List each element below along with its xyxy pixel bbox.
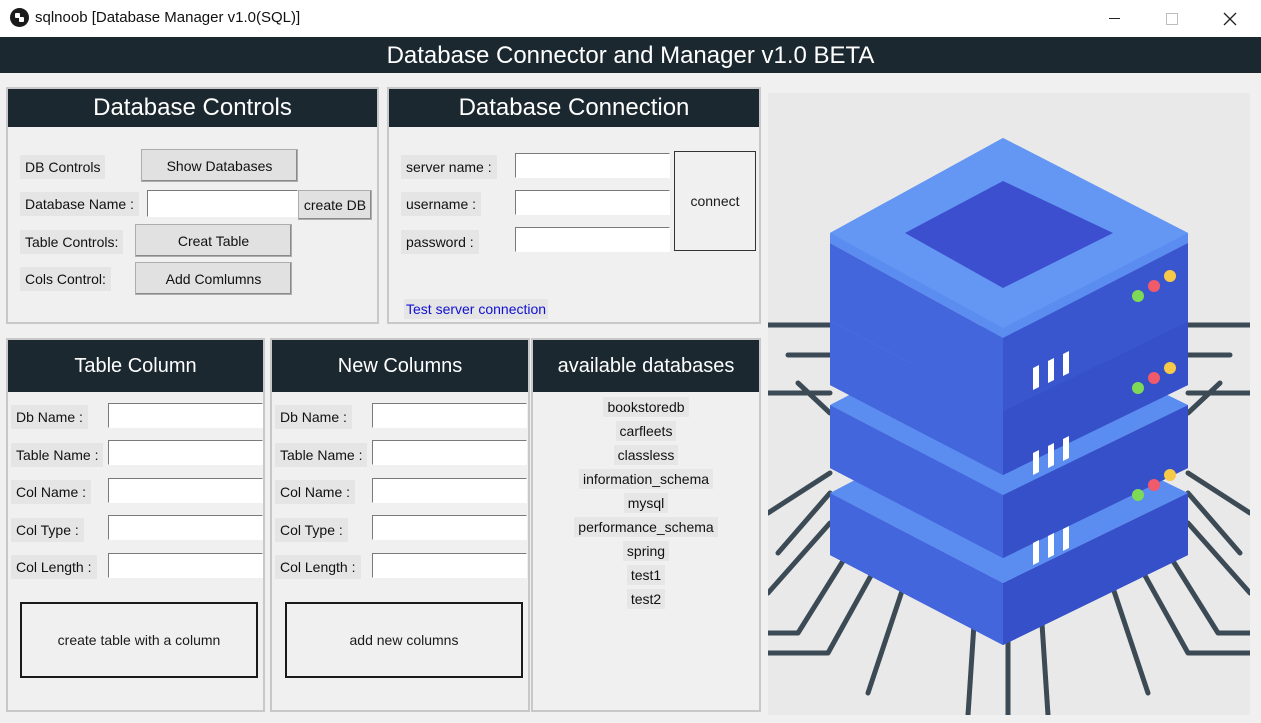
table-controls-label: Table Controls: [20, 230, 124, 254]
nc-col-length-label: Col Length : [275, 555, 361, 579]
server-name-label: server name : [401, 155, 497, 179]
nc-col-name-label: Col Name : [275, 480, 356, 504]
minimize-button[interactable] [1085, 0, 1143, 37]
nc-table-name-input[interactable] [372, 440, 527, 465]
connect-button[interactable]: connect [674, 151, 756, 251]
database-controls-heading: Database Controls [8, 89, 377, 127]
database-name-input[interactable] [147, 190, 298, 217]
nc-col-type-label: Col Type : [275, 518, 348, 542]
tc-table-name-label: Table Name : [11, 443, 104, 467]
maximize-button[interactable] [1143, 0, 1201, 37]
database-list-item[interactable]: test1 [626, 565, 666, 585]
database-server-icon [765, 138, 1253, 718]
window-titlebar: sqlnoob [Database Manager v1.0(SQL)] [0, 0, 1261, 37]
new-columns-heading: New Columns [272, 340, 528, 392]
nc-table-name-label: Table Name : [275, 443, 368, 467]
nc-col-type-input[interactable] [372, 515, 527, 540]
username-label: username : [401, 192, 482, 216]
add-new-columns-button[interactable]: add new columns [285, 602, 523, 678]
username-input[interactable] [515, 190, 670, 215]
tc-col-name-input[interactable] [108, 478, 263, 503]
create-db-button[interactable]: create DB [298, 190, 372, 220]
server-name-input[interactable] [515, 153, 670, 178]
tc-db-name-label: Db Name : [11, 405, 88, 429]
close-button[interactable] [1201, 0, 1259, 37]
database-list-item[interactable]: spring [622, 541, 670, 561]
database-list-item[interactable]: carfleets [615, 421, 677, 441]
table-column-panel: Table Column Db Name : Table Name : Col … [6, 338, 265, 712]
table-column-heading: Table Column [8, 340, 263, 392]
nc-col-name-input[interactable] [372, 478, 527, 503]
available-databases-heading: available databases [533, 340, 759, 392]
app-banner: Database Connector and Manager v1.0 BETA [0, 37, 1261, 73]
database-list-item[interactable]: mysql [623, 493, 669, 513]
database-connection-panel: Database Connection server name : userna… [387, 87, 761, 324]
nc-col-length-input[interactable] [372, 553, 527, 578]
minimize-icon [1108, 18, 1120, 19]
database-list-item[interactable]: information_schema [578, 469, 714, 489]
nc-db-name-input[interactable] [372, 403, 527, 428]
db-controls-label: DB Controls [20, 155, 106, 179]
new-columns-panel: New Columns Db Name : Table Name : Col N… [270, 338, 530, 712]
tc-col-length-label: Col Length : [11, 555, 97, 579]
password-label: password : [401, 230, 479, 254]
tc-table-name-input[interactable] [108, 440, 263, 465]
cols-control-label: Cols Control: [20, 267, 111, 291]
create-table-button[interactable]: Creat Table [135, 224, 292, 257]
add-columns-button[interactable]: Add Comlumns [135, 262, 292, 295]
close-icon [1223, 12, 1237, 25]
nc-db-name-label: Db Name : [275, 405, 352, 429]
test-server-connection-link[interactable]: Test server connection [404, 299, 549, 319]
app-logo-icon [10, 8, 29, 27]
tc-col-name-label: Col Name : [11, 480, 92, 504]
database-list: bookstoredb carfleets classless informat… [533, 395, 759, 611]
window-title: sqlnoob [Database Manager v1.0(SQL)] [35, 9, 301, 26]
tc-col-type-label: Col Type : [11, 518, 84, 542]
database-list-item[interactable]: performance_schema [574, 517, 718, 537]
database-name-label: Database Name : [20, 192, 139, 216]
database-list-item[interactable]: test2 [626, 589, 666, 609]
tc-col-length-input[interactable] [108, 553, 263, 578]
maximize-icon [1166, 12, 1178, 25]
database-connection-heading: Database Connection [389, 89, 759, 127]
available-databases-panel: available databases bookstoredb carfleet… [531, 338, 761, 712]
create-table-with-column-button[interactable]: create table with a column [20, 602, 258, 678]
tc-db-name-input[interactable] [108, 403, 263, 428]
database-illustration [765, 93, 1253, 718]
tc-col-type-input[interactable] [108, 515, 263, 540]
show-databases-button[interactable]: Show Databases [141, 149, 298, 182]
database-list-item[interactable]: classless [613, 445, 679, 465]
database-controls-panel: Database Controls DB Controls Show Datab… [6, 87, 379, 324]
database-list-item[interactable]: bookstoredb [603, 397, 689, 417]
password-input[interactable] [515, 227, 670, 252]
